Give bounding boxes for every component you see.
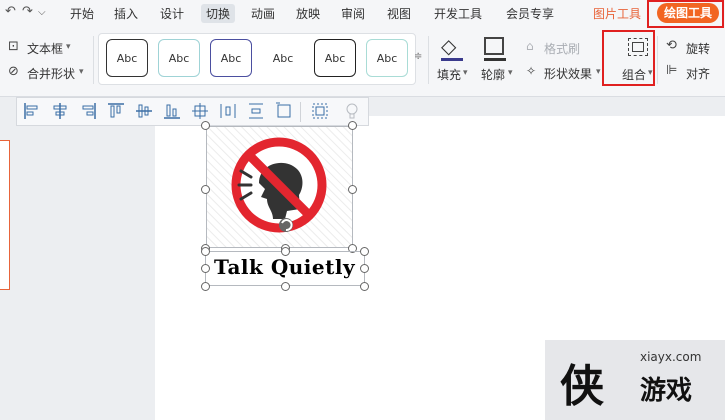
fill-icon: ◇ [441, 34, 457, 58]
watermark-url: xiayx.com [640, 350, 702, 364]
lightbulb-icon[interactable] [343, 102, 361, 120]
resize-handle[interactable] [201, 264, 210, 273]
tab-transition[interactable]: 切换 [201, 4, 236, 23]
resize-handle[interactable] [281, 247, 290, 256]
highlight-box [647, 0, 724, 28]
align-right-icon[interactable] [79, 102, 97, 120]
tab-view[interactable]: 视图 [387, 5, 411, 22]
rotate-button[interactable]: 旋转 [686, 40, 710, 57]
menu-bar: ↶ ↷ ⌵ 开始 插入 设计 切换 动画 放映 审阅 视图 开发工具 会员专享 … [0, 0, 725, 28]
align-middle-icon[interactable] [135, 102, 153, 120]
outline-color-bar [484, 58, 506, 61]
format-painter-button[interactable]: 格式刷 [544, 40, 580, 57]
align-button[interactable]: 对齐 [686, 65, 710, 82]
tab-developer[interactable]: 开发工具 [434, 5, 482, 22]
style-preset-3[interactable]: Abc [210, 39, 252, 77]
rotate-icon: ⟲ [666, 38, 677, 53]
textbox-button[interactable]: 文本框 [27, 40, 63, 57]
outline-button[interactable]: 轮廓 [481, 66, 505, 83]
distribute-horizontal-icon[interactable] [219, 102, 237, 120]
tab-animation[interactable]: 动画 [251, 5, 275, 22]
fill-color-bar [441, 58, 463, 61]
align-bottom-icon[interactable] [163, 102, 181, 120]
merge-shapes-icon: ⊘ [8, 64, 19, 79]
tab-member[interactable]: 会员专享 [506, 5, 554, 22]
divider [93, 36, 94, 84]
resize-handle[interactable] [360, 247, 369, 256]
shape-effects-button[interactable]: 形状效果 [544, 65, 592, 82]
resize-handle[interactable] [201, 121, 210, 130]
group-objects-icon[interactable] [311, 102, 329, 120]
canvas-text[interactable]: Talk Quietly [214, 255, 355, 279]
resize-handle[interactable] [281, 282, 290, 291]
redo-icon[interactable]: ↷ [22, 4, 33, 19]
tab-insert[interactable]: 插入 [114, 5, 138, 22]
no-talking-sign-icon [207, 127, 352, 247]
tab-picture-tools[interactable]: 图片工具 [593, 5, 641, 22]
align-top-icon[interactable] [107, 102, 125, 120]
divider [657, 36, 658, 84]
watermark-logo: 侠 [560, 361, 604, 412]
style-preset-1[interactable]: Abc [106, 39, 148, 77]
tab-slideshow[interactable]: 放映 [296, 5, 320, 22]
slide-panel [0, 126, 155, 420]
style-preset-2[interactable]: Abc [158, 39, 200, 77]
tab-review[interactable]: 审阅 [341, 5, 365, 22]
divider [428, 36, 429, 84]
merge-shapes-button[interactable]: 合并形状 [27, 65, 75, 82]
selected-image[interactable] [206, 126, 353, 248]
resize-handle[interactable] [360, 264, 369, 273]
tab-design[interactable]: 设计 [160, 5, 184, 22]
textbox-icon: ⊡ [8, 39, 19, 54]
format-painter-icon: ⌂ [526, 39, 534, 53]
align-toolbar [16, 97, 369, 126]
resize-handle[interactable] [201, 185, 210, 194]
style-preset-6[interactable]: Abc [366, 39, 408, 77]
watermark-text: 游戏 [640, 376, 693, 406]
chevron-down-icon[interactable]: ▾ [596, 67, 601, 77]
resize-handle[interactable] [348, 185, 357, 194]
align-center-both-icon[interactable] [191, 102, 209, 120]
align-left-icon[interactable] [23, 102, 41, 120]
highlight-box [602, 30, 655, 86]
resize-handle[interactable] [201, 247, 210, 256]
resize-handle[interactable] [360, 282, 369, 291]
resize-handle[interactable] [201, 282, 210, 291]
distribute-vertical-icon[interactable] [247, 102, 265, 120]
chevron-down-icon[interactable]: ▾ [463, 68, 468, 78]
slide-thumbnail[interactable] [0, 140, 10, 290]
align-to-slide-icon[interactable] [275, 102, 293, 120]
divider [300, 102, 301, 122]
tab-home[interactable]: 开始 [70, 5, 94, 22]
resize-handle[interactable] [348, 121, 357, 130]
chevron-down-icon[interactable]: ▾ [79, 67, 84, 77]
align-icon: ⊫ [666, 63, 678, 78]
undo-icon[interactable]: ↶ [5, 4, 16, 19]
shape-effects-icon: ✧ [526, 64, 537, 78]
style-preset-4[interactable]: Abc [262, 39, 304, 77]
chevron-down-icon[interactable]: ⌵ [38, 7, 46, 18]
chevron-down-icon[interactable]: ▾ [508, 68, 513, 78]
style-preset-5[interactable]: Abc [314, 39, 356, 77]
align-center-icon[interactable] [51, 102, 69, 120]
gallery-more-icon[interactable]: ≑ [414, 51, 422, 62]
chevron-down-icon[interactable]: ▾ [66, 42, 71, 52]
outline-icon [484, 37, 504, 55]
fill-button[interactable]: 填充 [437, 66, 461, 83]
